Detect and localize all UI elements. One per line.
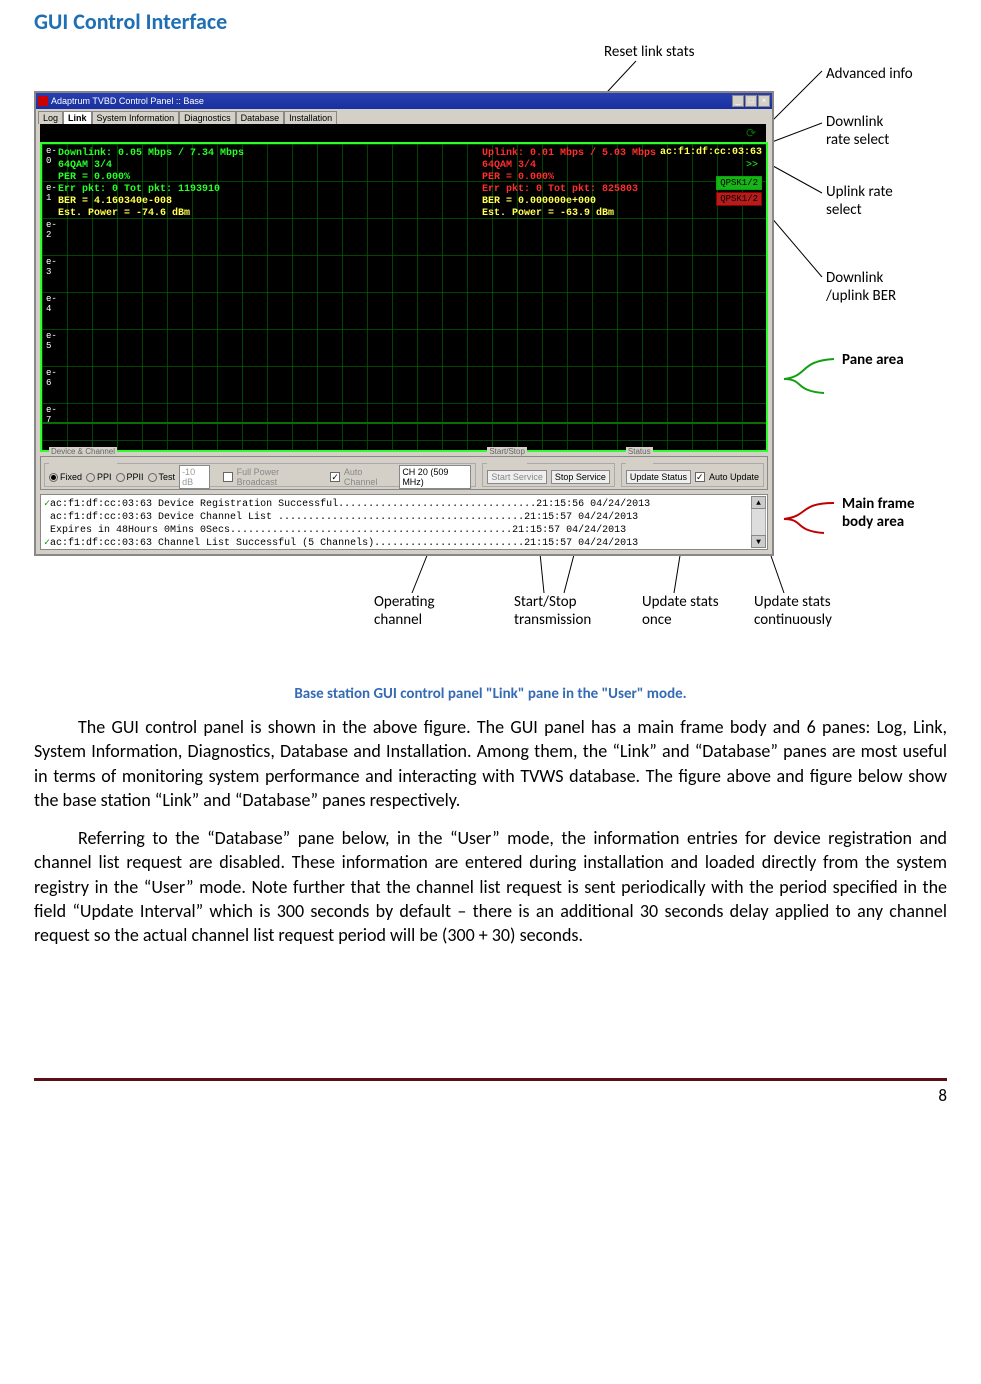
uplink-rate-select[interactable]: QPSK1/2 [716, 192, 762, 206]
refresh-row: ⟳ [40, 124, 766, 142]
tab-diag[interactable]: Diagnostics [179, 111, 236, 124]
dl-power: Est. Power = -74.6 dBm [58, 208, 244, 220]
log-line: ac:f1:df:cc:03:63 Device Channel List ..… [50, 512, 638, 523]
window-title: Adaptrum TVBD Control Panel :: Base [51, 96, 204, 106]
stop-service-button[interactable]: Stop Service [551, 470, 610, 484]
channel-select[interactable]: CH 20 (509 MHz) [399, 465, 471, 489]
tab-install[interactable]: Installation [284, 111, 337, 124]
ylabel: e-2 [46, 220, 57, 240]
tab-sysinfo[interactable]: System Information [92, 111, 180, 124]
auto-update-label: Auto Update [709, 472, 759, 482]
window-titlebar: Adaptrum TVBD Control Panel :: Base _ □ … [36, 93, 772, 109]
ylabel: e-6 [46, 368, 57, 388]
start-stop-group: Start/Stop Start Service Stop Service [482, 459, 615, 487]
dl-rate: Downlink: 0.05 Mbps / 7.34 Mbps [58, 148, 244, 160]
group-label: Start/Stop [487, 447, 527, 456]
app-window: Adaptrum TVBD Control Panel :: Base _ □ … [34, 91, 774, 556]
paragraph: The GUI control panel is shown in the ab… [34, 715, 947, 812]
auto-update-check[interactable] [695, 472, 705, 482]
auto-channel-label: Auto Channel [344, 467, 395, 487]
link-pane: e-0 e-1 e-2 e-3 e-4 e-5 e-6 e-7 Downlink… [40, 142, 768, 452]
tab-log[interactable]: Log [38, 111, 63, 124]
ul-err: Err pkt: 0 Tot pkt: 825803 [482, 184, 656, 196]
ul-power: Est. Power = -63.9 dBm [482, 208, 656, 220]
dl-ber: BER = 4.160340e-008 [58, 196, 244, 208]
controls-bar: Device & Channel Fixed PPI PPII Test -10… [40, 456, 768, 490]
mac-address: ac:f1:df:cc:03:63 [660, 147, 762, 158]
radio-ppii[interactable]: PPII [116, 472, 144, 482]
downlink-rate-select[interactable]: QPSK1/2 [716, 176, 762, 190]
minimize-button[interactable]: _ [732, 95, 744, 107]
radio-fixed[interactable]: Fixed [49, 472, 82, 482]
atten-select[interactable]: -10 dB [179, 465, 210, 489]
dl-per: PER = 0.000% [58, 172, 244, 184]
dl-err: Err pkt: 0 Tot pkt: 1193910 [58, 184, 244, 196]
start-service-button[interactable]: Start Service [487, 470, 547, 484]
tab-database[interactable]: Database [236, 111, 285, 124]
uplink-stats: Uplink: 0.01 Mbps / 5.03 Mbps 64QAM 3/4 … [482, 148, 656, 220]
ylabel: e-3 [46, 257, 57, 277]
downlink-stats: Downlink: 0.05 Mbps / 7.34 Mbps 64QAM 3/… [58, 148, 244, 220]
rate-select: QPSK1/2 QPSK1/2 [716, 176, 762, 206]
ylabel: e-4 [46, 294, 57, 314]
ylabel: e-5 [46, 331, 57, 351]
maximize-button[interactable]: □ [745, 95, 757, 107]
log-line: ac:f1:df:cc:03:63 Device Registration Su… [50, 499, 650, 510]
app-icon [38, 96, 48, 106]
section-title: GUI Control Interface [34, 8, 947, 35]
scroll-down-button[interactable]: ▼ [751, 535, 766, 548]
scroll-up-button[interactable]: ▲ [751, 496, 766, 509]
ul-rate: Uplink: 0.01 Mbps / 5.03 Mbps [482, 148, 656, 160]
figure-container: Reset link stats Advanced info Downlink … [34, 41, 947, 681]
log-line: ac:f1:df:cc:03:63 Channel List Successfu… [50, 538, 638, 549]
auto-channel-check[interactable] [330, 472, 340, 482]
paragraph: Referring to the “Database” pane below, … [34, 826, 947, 947]
update-status-button[interactable]: Update Status [626, 470, 691, 484]
log-line: Expires in 48Hours 0Mins 0Secs..........… [50, 525, 626, 536]
reset-link-stats-icon[interactable]: ⟳ [746, 126, 756, 140]
dl-mod: 64QAM 3/4 [58, 160, 244, 172]
radio-test[interactable]: Test [148, 472, 176, 482]
status-group: Status Update Status Auto Update [621, 459, 764, 487]
full-power-check[interactable] [223, 472, 233, 482]
ber-trace [42, 422, 766, 430]
close-button[interactable]: × [758, 95, 770, 107]
log-panel: ✓ac:f1:df:cc:03:63 Device Registration S… [40, 494, 768, 550]
ul-mod: 64QAM 3/4 [482, 160, 656, 172]
group-label: Status [626, 447, 653, 456]
group-label: Device & Channel [49, 447, 117, 456]
tab-link[interactable]: Link [63, 111, 92, 124]
ylabel: e-1 [46, 183, 57, 203]
device-channel-group: Device & Channel Fixed PPI PPII Test -10… [44, 459, 476, 487]
ul-ber: BER = 0.000000e+000 [482, 196, 656, 208]
figure-caption: Base station GUI control panel "Link" pa… [34, 685, 947, 703]
full-power-label: Full Power Broadcast [237, 467, 318, 487]
ylabel: e-0 [46, 146, 57, 166]
radio-ppi[interactable]: PPI [86, 472, 112, 482]
advanced-info-button[interactable]: >> [746, 160, 758, 171]
tab-bar: Log Link System Information Diagnostics … [36, 109, 772, 124]
page-number: 8 [34, 1081, 947, 1120]
ul-per: PER = 0.000% [482, 172, 656, 184]
